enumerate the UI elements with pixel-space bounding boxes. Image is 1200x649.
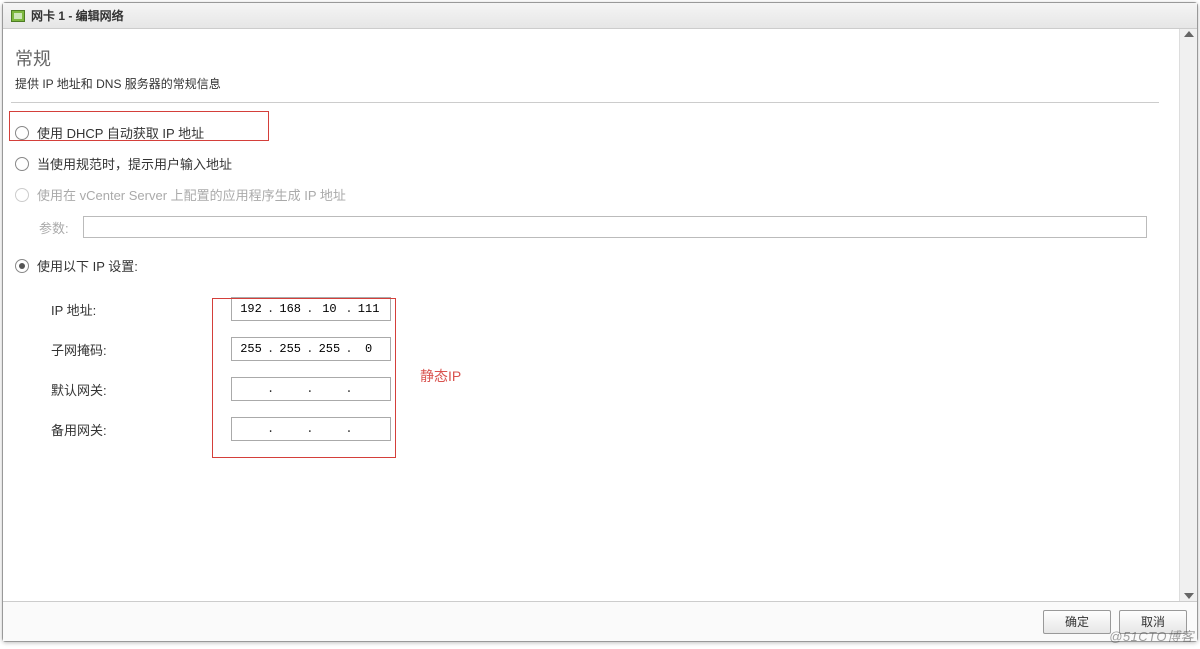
content-wrap: 常规 提供 IP 地址和 DNS 服务器的常规信息 使用 DHCP 自动获取 I…: [3, 29, 1197, 601]
gateway-label: 默认网关:: [51, 380, 231, 399]
radio-prompt[interactable]: [15, 157, 29, 171]
dot-icon: .: [305, 342, 314, 356]
dot-icon: .: [266, 422, 275, 436]
ip-oct1[interactable]: [236, 302, 266, 316]
option-vcenter-label: 使用在 vCenter Server 上配置的应用程序生成 IP 地址: [37, 185, 346, 204]
option-dhcp-row[interactable]: 使用 DHCP 自动获取 IP 地址: [11, 117, 1159, 148]
dot-icon: .: [305, 422, 314, 436]
dot-icon: .: [344, 342, 353, 356]
subnet-oct1[interactable]: [236, 342, 266, 356]
subnet-field[interactable]: . . .: [231, 337, 391, 361]
agw-oct4[interactable]: [354, 422, 384, 436]
dialog-window: 网卡 1 - 编辑网络 常规 提供 IP 地址和 DNS 服务器的常规信息 使用…: [2, 2, 1198, 642]
dot-icon: .: [344, 382, 353, 396]
section-description: 提供 IP 地址和 DNS 服务器的常规信息: [11, 75, 1159, 92]
option-prompt-label: 当使用规范时，提示用户输入地址: [37, 154, 232, 173]
nic-icon: [11, 10, 25, 22]
ok-button[interactable]: 确定: [1043, 610, 1111, 634]
subnet-row: 子网掩码: . . .: [51, 329, 1155, 369]
cancel-button[interactable]: 取消: [1119, 610, 1187, 634]
ip-address-field[interactable]: . . .: [231, 297, 391, 321]
ip-address-label: IP 地址:: [51, 300, 231, 319]
option-vcenter-row: 使用在 vCenter Server 上配置的应用程序生成 IP 地址: [11, 179, 1159, 210]
option-prompt-row[interactable]: 当使用规范时，提示用户输入地址: [11, 148, 1159, 179]
radio-vcenter: [15, 188, 29, 202]
annotation-static-ip: 静态IP: [420, 366, 461, 386]
params-label: 参数:: [39, 218, 75, 237]
subnet-oct2[interactable]: [275, 342, 305, 356]
dialog-footer: 确定 取消: [3, 601, 1197, 641]
alt-gateway-label: 备用网关:: [51, 420, 231, 439]
option-static-label: 使用以下 IP 设置:: [37, 256, 138, 275]
gw-oct4[interactable]: [354, 382, 384, 396]
subnet-label: 子网掩码:: [51, 340, 231, 359]
radio-static[interactable]: [15, 259, 29, 273]
section-title: 常规: [11, 45, 1159, 71]
gw-oct2[interactable]: [275, 382, 305, 396]
dot-icon: .: [266, 302, 275, 316]
ip-oct4[interactable]: [354, 302, 384, 316]
ip-oct2[interactable]: [275, 302, 305, 316]
subnet-oct3[interactable]: [314, 342, 344, 356]
dot-icon: .: [305, 302, 314, 316]
alt-gateway-row: 备用网关: . . .: [51, 409, 1155, 449]
radio-dhcp[interactable]: [15, 126, 29, 140]
gateway-row: 默认网关: . . .: [51, 369, 1155, 409]
content-area: 常规 提供 IP 地址和 DNS 服务器的常规信息 使用 DHCP 自动获取 I…: [3, 29, 1179, 601]
divider: [11, 102, 1159, 103]
subnet-oct4[interactable]: [354, 342, 384, 356]
dot-icon: .: [344, 302, 353, 316]
ip-oct3[interactable]: [314, 302, 344, 316]
vertical-scrollbar[interactable]: [1179, 29, 1197, 601]
option-dhcp-label: 使用 DHCP 自动获取 IP 地址: [37, 123, 204, 142]
dot-icon: .: [305, 382, 314, 396]
params-input[interactable]: [83, 216, 1147, 238]
alt-gateway-field[interactable]: . . .: [231, 417, 391, 441]
params-row: 参数:: [11, 210, 1159, 250]
gateway-field[interactable]: . . .: [231, 377, 391, 401]
dot-icon: .: [344, 422, 353, 436]
dot-icon: .: [266, 342, 275, 356]
scroll-down-icon[interactable]: [1184, 593, 1194, 599]
scroll-up-icon[interactable]: [1184, 31, 1194, 37]
dot-icon: .: [266, 382, 275, 396]
gw-oct1[interactable]: [236, 382, 266, 396]
window-title: 网卡 1 - 编辑网络: [31, 7, 124, 24]
gw-oct3[interactable]: [314, 382, 344, 396]
agw-oct3[interactable]: [314, 422, 344, 436]
ip-settings-block: IP 地址: . . . 子网掩码: .: [11, 281, 1159, 453]
titlebar[interactable]: 网卡 1 - 编辑网络: [3, 3, 1197, 29]
agw-oct2[interactable]: [275, 422, 305, 436]
option-static-row[interactable]: 使用以下 IP 设置:: [11, 250, 1159, 281]
ip-address-row: IP 地址: . . .: [51, 289, 1155, 329]
agw-oct1[interactable]: [236, 422, 266, 436]
